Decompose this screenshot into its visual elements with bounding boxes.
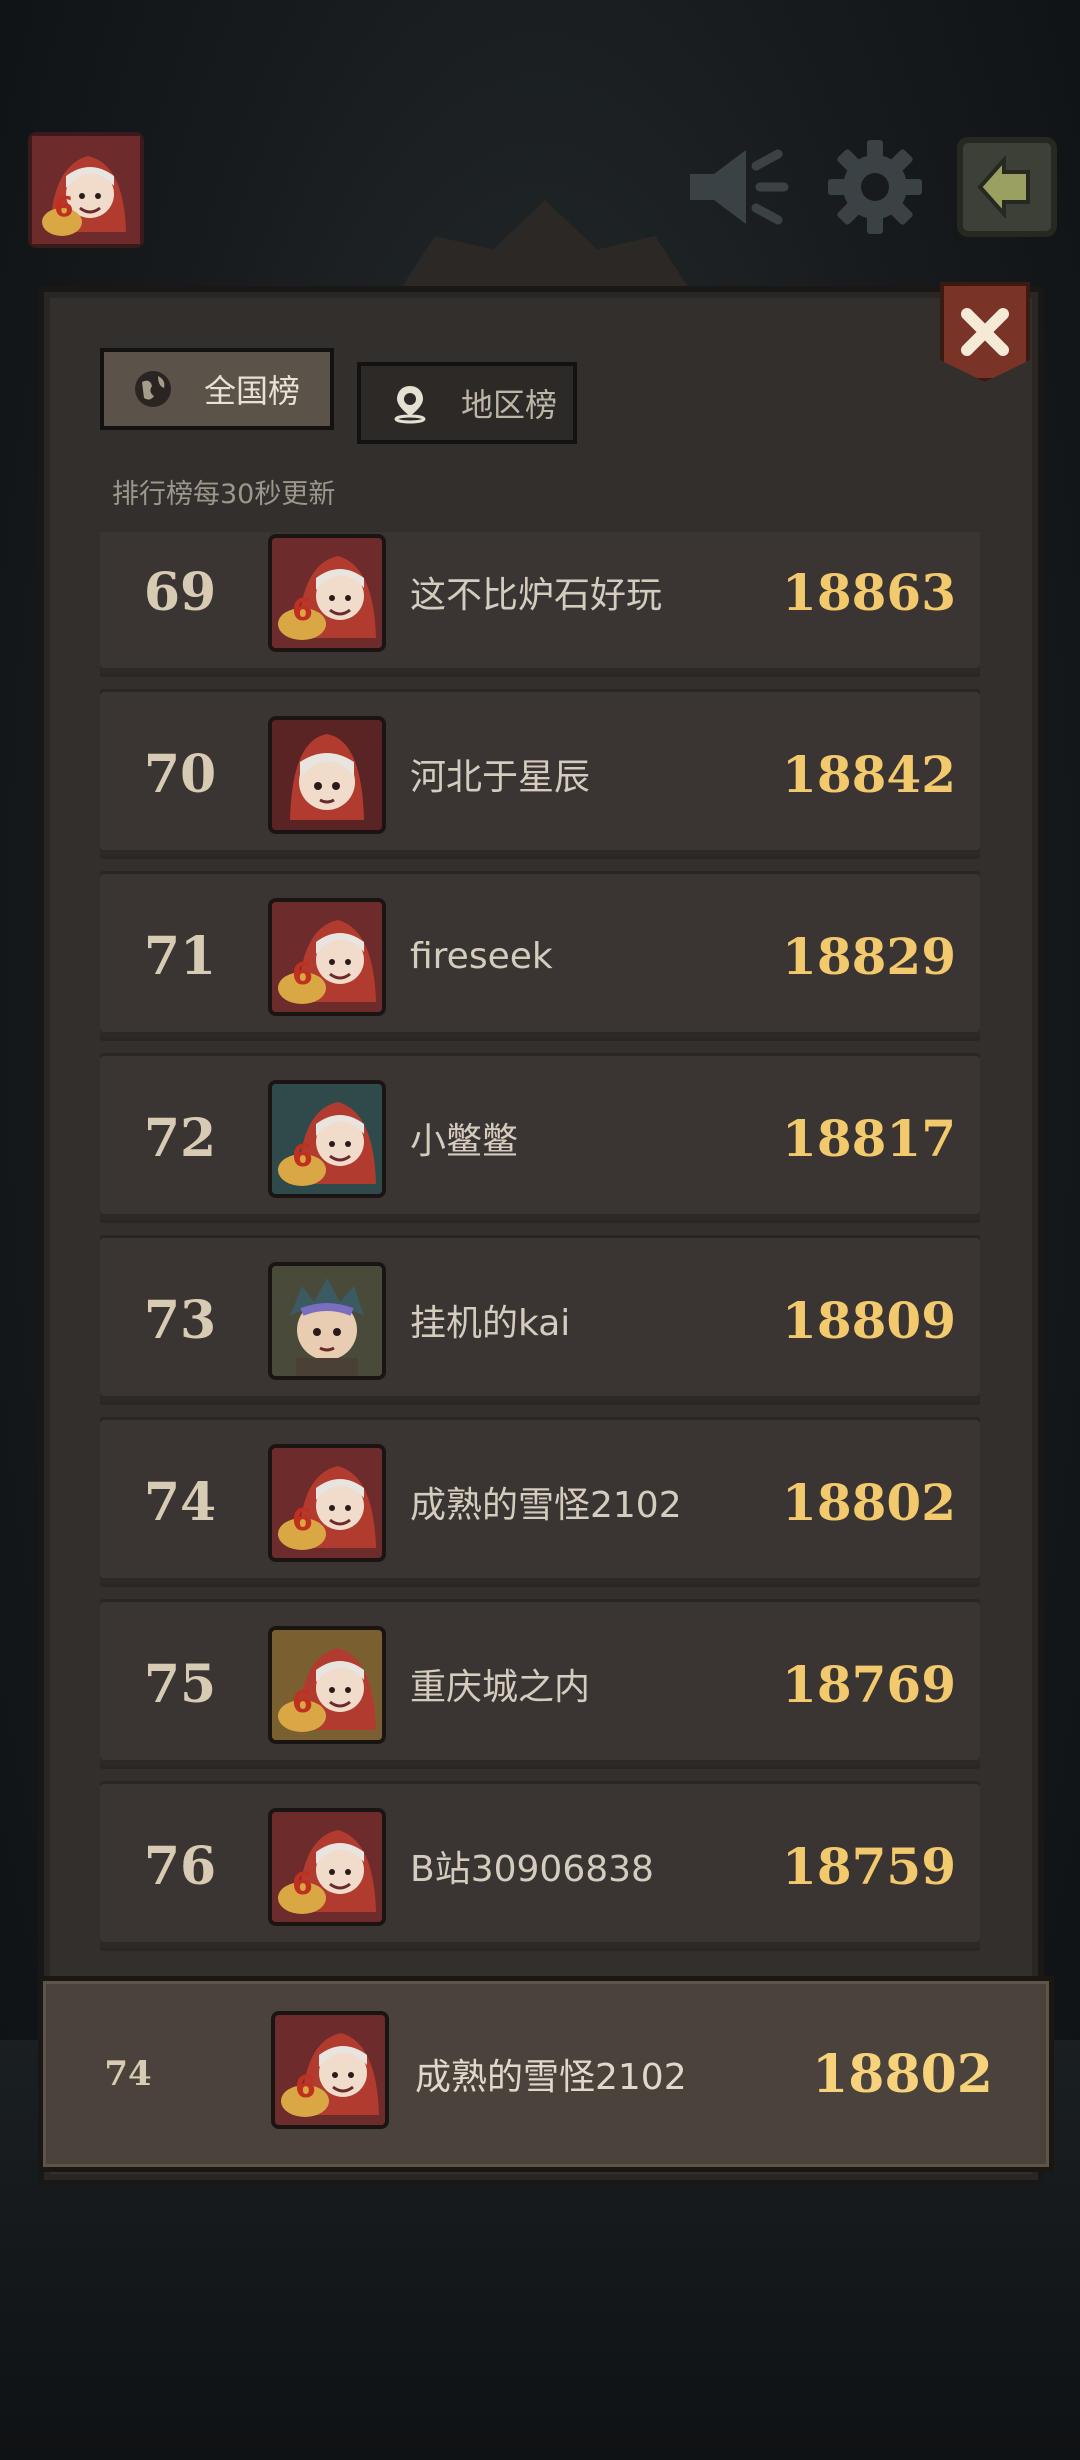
player-name: 小鳖鳖: [410, 1121, 519, 1162]
panel-crown-decoration: [400, 200, 690, 290]
player-name: 成熟的雪怪2102: [410, 1485, 682, 1526]
player-name: B站30906838: [410, 1849, 654, 1890]
sound-icon[interactable]: [680, 132, 790, 242]
svg-text:6: 6: [292, 593, 313, 628]
player-name: 挂机的kai: [410, 1303, 571, 1344]
exit-icon[interactable]: [952, 132, 1062, 242]
player-score: 18829: [782, 926, 956, 986]
player-score: 18759: [782, 1836, 956, 1896]
player-name: 重庆城之内: [410, 1667, 591, 1708]
leaderboard-row[interactable]: 76 6 B站30906838 18759: [100, 1784, 980, 1948]
player-name: 这不比炉石好玩: [410, 575, 663, 616]
rank-number: 70: [143, 743, 217, 805]
rank-number: 71: [143, 925, 217, 987]
red-hood-girl-cake-avatar-icon: 6: [268, 1808, 386, 1926]
leaderboard-row[interactable]: 73 挂机的kai 18809: [100, 1238, 980, 1402]
player-name: 河北于星辰: [410, 757, 591, 798]
svg-text:6: 6: [295, 2070, 316, 2105]
my-rank-number: 74: [104, 2054, 152, 2094]
red-hood-girl-cake-avatar-icon: 6: [268, 898, 386, 1016]
svg-text:6: 6: [292, 1139, 313, 1174]
svg-text:6: 6: [292, 1503, 313, 1538]
rank-number: 76: [143, 1835, 217, 1897]
leaderboard-row[interactable]: 69 6 这不比炉石好玩 18863: [100, 532, 980, 674]
player-score: 18863: [782, 562, 956, 622]
leaderboard-row[interactable]: 70 河北于星辰 18842: [100, 692, 980, 856]
player-score: 18817: [782, 1108, 956, 1168]
svg-text:6: 6: [292, 1685, 313, 1720]
svg-text:6: 6: [54, 190, 73, 223]
red-hood-girl-cake-avatar-icon: 6: [268, 1444, 386, 1562]
leaderboard-row[interactable]: 75 6 重庆城之内 18769: [100, 1602, 980, 1766]
gear-icon[interactable]: [820, 132, 930, 242]
rank-number: 74: [143, 1471, 217, 1533]
globe-icon: [135, 371, 171, 407]
player-name: fireseek: [410, 935, 553, 977]
tab-national[interactable]: 全国榜: [100, 348, 334, 430]
my-rank-row: 74 6 成熟的雪怪2102 18802: [38, 1976, 1054, 2172]
location-pin-icon: [394, 386, 426, 424]
player-score: 18842: [782, 744, 956, 804]
red-hood-girl-cake-avatar-icon: 6: [268, 1080, 386, 1198]
leaderboard-row[interactable]: 72 6 小鳖鳖 18817: [100, 1056, 980, 1220]
player-score: 18769: [782, 1654, 956, 1714]
red-hood-girl-cake-avatar-icon: 6: [268, 534, 386, 652]
player-score: 18809: [782, 1290, 956, 1350]
svg-text:6: 6: [292, 957, 313, 992]
player-avatar-icon[interactable]: 6: [28, 132, 144, 248]
red-hood-girl-avatar-icon: [268, 716, 386, 834]
svg-text:6: 6: [292, 1867, 313, 1902]
rank-number: 72: [143, 1107, 217, 1169]
red-hood-girl-cake-avatar-icon: 6: [268, 1626, 386, 1744]
rank-number: 73: [143, 1289, 217, 1351]
leaderboard-list[interactable]: 69 6 这不比炉石好玩 18863 70 河北于星辰 18842 71 6 f…: [100, 532, 980, 1972]
blue-hair-boy-avatar-icon: [268, 1262, 386, 1380]
my-player-score: 18802: [812, 2043, 993, 2105]
tab-region-label: 地区榜: [461, 386, 558, 424]
tab-region[interactable]: 地区榜: [357, 362, 577, 444]
tab-national-label: 全国榜: [204, 372, 301, 410]
my-player-name: 成熟的雪怪2102: [415, 2057, 687, 2098]
player-score: 18802: [782, 1472, 956, 1532]
rank-number: 75: [143, 1653, 217, 1715]
close-icon: [961, 308, 1009, 356]
leaderboard-row[interactable]: 71 6 fireseek 18829: [100, 874, 980, 1038]
update-note: 排行榜每30秒更新: [112, 479, 336, 510]
leaderboard-row[interactable]: 74 6 成熟的雪怪2102 18802: [100, 1420, 980, 1584]
rank-number: 69: [143, 561, 217, 623]
red-hood-girl-cake-avatar-icon: 6: [271, 2011, 389, 2129]
